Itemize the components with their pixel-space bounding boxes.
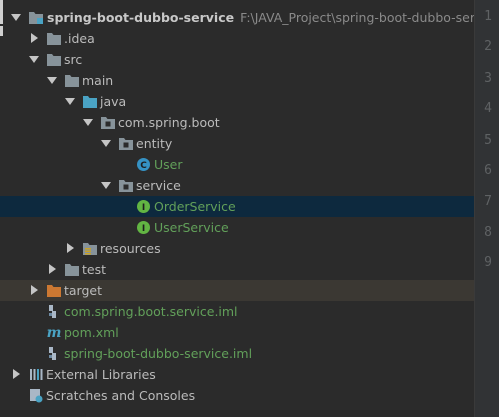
tree-label: Scratches and Consoles xyxy=(46,388,196,403)
chevron-down-icon[interactable] xyxy=(46,70,58,91)
module-file-icon xyxy=(46,346,62,361)
line-number: 5 xyxy=(484,133,492,148)
maven-icon: m xyxy=(46,325,62,341)
tree-item-main[interactable]: main xyxy=(0,70,475,91)
line-number: 7 xyxy=(484,194,492,209)
module-folder-icon xyxy=(28,10,44,25)
tree-label: UserService xyxy=(154,220,229,235)
project-tree: spring-boot-dubbo-service F:\JAVA_Project… xyxy=(0,7,499,406)
chevron-down-icon[interactable] xyxy=(100,133,112,154)
tree-label: resources xyxy=(100,241,161,256)
root-path: F:\JAVA_Project\spring-boot-dubbo-servic… xyxy=(240,10,499,25)
tree-label: pom.xml xyxy=(64,325,119,340)
tree-item-pom[interactable]: m pom.xml xyxy=(0,322,475,343)
class-icon: C xyxy=(136,157,152,172)
scratch-icon xyxy=(28,388,44,403)
library-icon xyxy=(28,367,44,382)
tree-label: spring-boot-dubbo-service.iml xyxy=(64,346,253,361)
chevron-right-icon[interactable] xyxy=(28,280,40,301)
tree-item-target[interactable]: target xyxy=(0,280,475,301)
package-icon xyxy=(118,178,134,193)
tree-label: main xyxy=(82,73,114,88)
tree-item-class-user[interactable]: C User xyxy=(0,154,475,175)
excluded-folder-icon xyxy=(46,283,62,298)
svg-text:I: I xyxy=(142,224,145,234)
source-folder-icon xyxy=(82,94,98,109)
tree-item-package-entity[interactable]: entity xyxy=(0,133,475,154)
tree-item-root[interactable]: spring-boot-dubbo-service F:\JAVA_Project… xyxy=(0,7,499,28)
tree-item-package-com-spring-boot[interactable]: com.spring.boot xyxy=(0,112,475,133)
svg-text:C: C xyxy=(140,161,147,171)
chevron-right-icon[interactable] xyxy=(10,364,22,385)
tree-label: java xyxy=(100,94,127,109)
chevron-down-icon[interactable] xyxy=(28,49,40,70)
tree-label: entity xyxy=(136,136,173,151)
chevron-right-icon[interactable] xyxy=(64,238,76,259)
chevron-down-icon[interactable] xyxy=(10,7,22,28)
tree-label: test xyxy=(82,262,107,277)
tree-label: src xyxy=(64,52,83,67)
tree-label: com.spring.boot xyxy=(118,115,220,130)
line-number: 9 xyxy=(484,255,492,270)
tree-item-package-service[interactable]: service xyxy=(0,175,475,196)
interface-icon: I xyxy=(136,199,152,214)
chevron-down-icon[interactable] xyxy=(100,175,112,196)
tree-item-java[interactable]: java xyxy=(0,91,475,112)
line-number: 1 xyxy=(484,9,492,24)
tree-item-interface-user-service[interactable]: I UserService xyxy=(0,217,475,238)
tree-item-iml-file-2[interactable]: spring-boot-dubbo-service.iml xyxy=(0,343,475,364)
folder-icon xyxy=(46,52,62,67)
package-icon xyxy=(100,115,116,130)
tree-label: service xyxy=(136,178,181,193)
line-number: 8 xyxy=(484,225,492,240)
folder-icon xyxy=(64,262,80,277)
tree-item-iml-file[interactable]: com.spring.boot.service.iml xyxy=(0,301,475,322)
tree-label: User xyxy=(154,157,183,172)
tree-label: target xyxy=(64,283,103,298)
tree-label: .idea xyxy=(64,31,95,46)
chevron-down-icon[interactable] xyxy=(82,112,94,133)
editor-gutter: 1 2 3 4 5 6 7 8 9 xyxy=(475,0,499,417)
tree-item-interface-order-service[interactable]: I OrderService xyxy=(0,196,475,217)
tree-label: External Libraries xyxy=(46,367,156,382)
resources-folder-icon xyxy=(82,241,98,256)
tree-item-idea[interactable]: .idea xyxy=(0,28,475,49)
line-number: 4 xyxy=(484,101,492,116)
chevron-down-icon[interactable] xyxy=(64,91,76,112)
package-icon xyxy=(118,136,134,151)
line-number: 2 xyxy=(484,39,492,54)
line-number: 6 xyxy=(484,163,492,178)
chevron-right-icon[interactable] xyxy=(46,259,58,280)
root-label: spring-boot-dubbo-service xyxy=(47,10,235,25)
tree-item-test[interactable]: test xyxy=(0,259,475,280)
tree-label: com.spring.boot.service.iml xyxy=(64,304,238,319)
tree-item-resources[interactable]: resources xyxy=(0,238,475,259)
tree-item-src[interactable]: src xyxy=(0,49,475,70)
chevron-right-icon[interactable] xyxy=(28,28,40,49)
svg-text:I: I xyxy=(142,203,145,213)
tree-label: OrderService xyxy=(154,199,236,214)
module-file-icon xyxy=(46,304,62,319)
svg-text:m: m xyxy=(47,325,62,340)
tree-item-scratches[interactable]: Scratches and Consoles xyxy=(0,385,475,406)
folder-icon xyxy=(46,31,62,46)
folder-icon xyxy=(64,73,80,88)
tree-item-external-libraries[interactable]: External Libraries xyxy=(0,364,475,385)
interface-icon: I xyxy=(136,220,152,235)
line-number: 3 xyxy=(484,71,492,86)
